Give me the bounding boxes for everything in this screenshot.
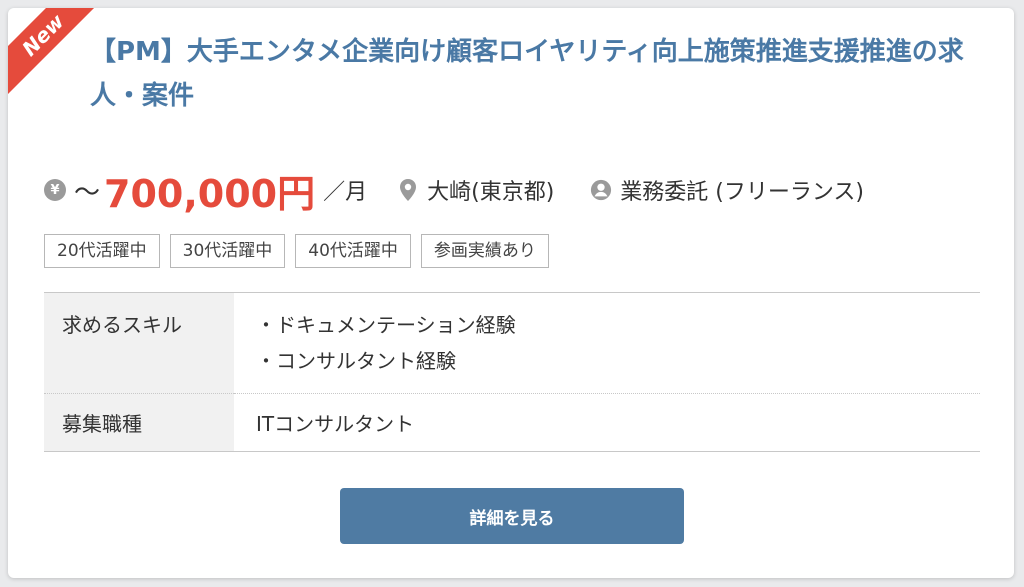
job-card: New 【PM】大手エンタメ企業向け顧客ロイヤリティ向上施策推進支援推進の求人・… — [8, 8, 1014, 578]
table-row: 求めるスキル ・ドキュメンテーション経験 ・コンサルタント経験 — [44, 292, 980, 394]
position-value: ITコンサルタント — [234, 393, 980, 452]
new-badge: New — [8, 8, 98, 98]
table-row: 募集職種 ITコンサルタント — [44, 393, 980, 452]
contract-text: 業務委託 (フリーランス) — [620, 180, 865, 205]
yen-icon: ¥ — [44, 179, 66, 201]
person-icon — [590, 179, 612, 201]
salary-unit: ／月 — [323, 180, 368, 205]
skills-label-text: 求めるスキル — [62, 313, 182, 337]
tag-list: 20代活躍中 30代活躍中 40代活躍中 参画実績あり — [44, 234, 559, 268]
new-ribbon: New — [8, 8, 98, 98]
tag: 参画実績あり — [420, 234, 549, 268]
location-text: 大崎(東京都) — [427, 180, 555, 205]
skill-item: ・コンサルタント経験 — [256, 349, 456, 373]
view-details-button[interactable]: 詳細を見る — [340, 488, 684, 544]
location-pin-icon — [397, 179, 419, 201]
skills-label: 求めるスキル — [44, 292, 234, 394]
position-label: 募集職種 — [44, 393, 234, 452]
contract-type: 業務委託 (フリーランス) — [590, 174, 864, 206]
job-title[interactable]: 【PM】大手エンタメ企業向け顧客ロイヤリティ向上施策推進支援推進の求人・案件 — [90, 30, 990, 118]
salary-prefix: ～ — [74, 177, 101, 208]
job-details-table: 求めるスキル ・ドキュメンテーション経験 ・コンサルタント経験 募集職種 ITコ… — [44, 292, 980, 452]
location: 大崎(東京都) — [397, 174, 554, 206]
salary-amount: 700,000円 — [104, 171, 316, 216]
tag: 40代活躍中 — [295, 234, 411, 268]
skills-value: ・ドキュメンテーション経験 ・コンサルタント経験 — [234, 292, 980, 394]
job-meta: ¥ ～ 700,000円 ／月 大崎(東京都) 業務委託 (フリーランス) — [44, 168, 900, 216]
skill-item: ・ドキュメンテーション経験 — [256, 313, 516, 337]
tag: 20代活躍中 — [44, 234, 160, 268]
tag: 30代活躍中 — [169, 234, 286, 268]
